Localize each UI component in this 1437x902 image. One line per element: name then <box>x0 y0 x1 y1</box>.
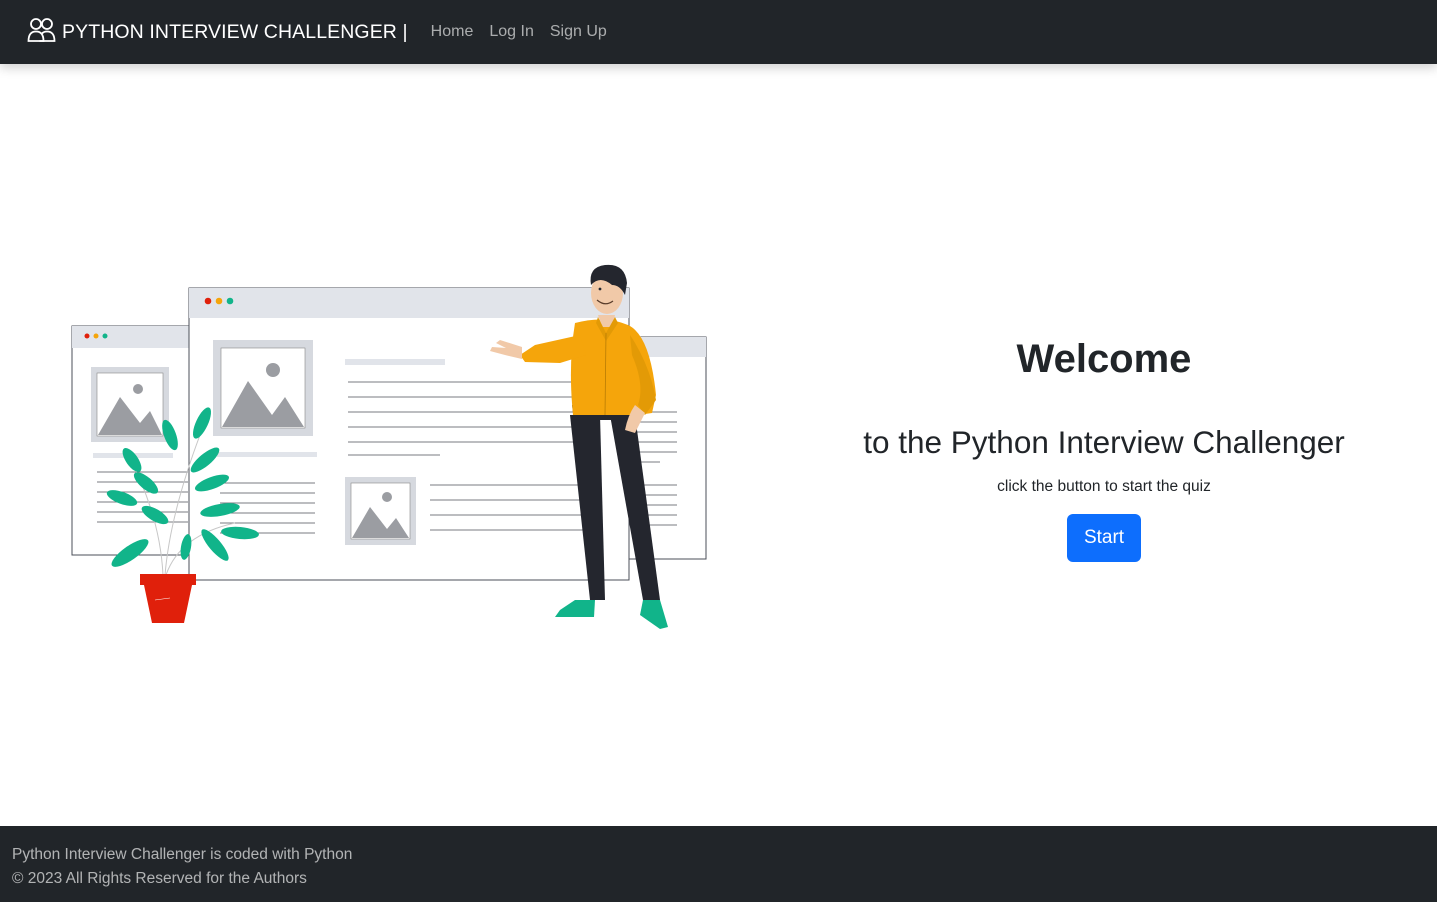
nav-links: Home Log In Sign Up <box>431 23 623 41</box>
footer: Python Interview Challenger is coded wit… <box>0 826 1437 902</box>
people-icon <box>27 17 62 48</box>
nav-signup-link[interactable]: Sign Up <box>550 23 607 41</box>
welcome-block: Welcome to the Python Interview Challeng… <box>840 330 1368 562</box>
start-button[interactable]: Start <box>1066 514 1142 562</box>
nav-login-link[interactable]: Log In <box>489 23 533 41</box>
welcome-subtitle: to the Python Interview Challenger <box>863 424 1345 460</box>
top-navbar: PYTHON INTERVIEW CHALLENGER | Home Log I… <box>0 0 1437 64</box>
footer-copyright: © 2023 All Rights Reserved for the Autho… <box>12 870 307 887</box>
footer-credit: Python Interview Challenger is coded wit… <box>12 846 353 863</box>
welcome-title: Welcome <box>1016 337 1192 381</box>
hero-illustration <box>60 255 720 640</box>
welcome-hint: click the button to start the quiz <box>997 478 1211 495</box>
nav-home-link[interactable]: Home <box>431 23 474 41</box>
brand-title: PYTHON INTERVIEW CHALLENGER | <box>62 20 408 43</box>
brand[interactable]: PYTHON INTERVIEW CHALLENGER | <box>27 17 408 48</box>
